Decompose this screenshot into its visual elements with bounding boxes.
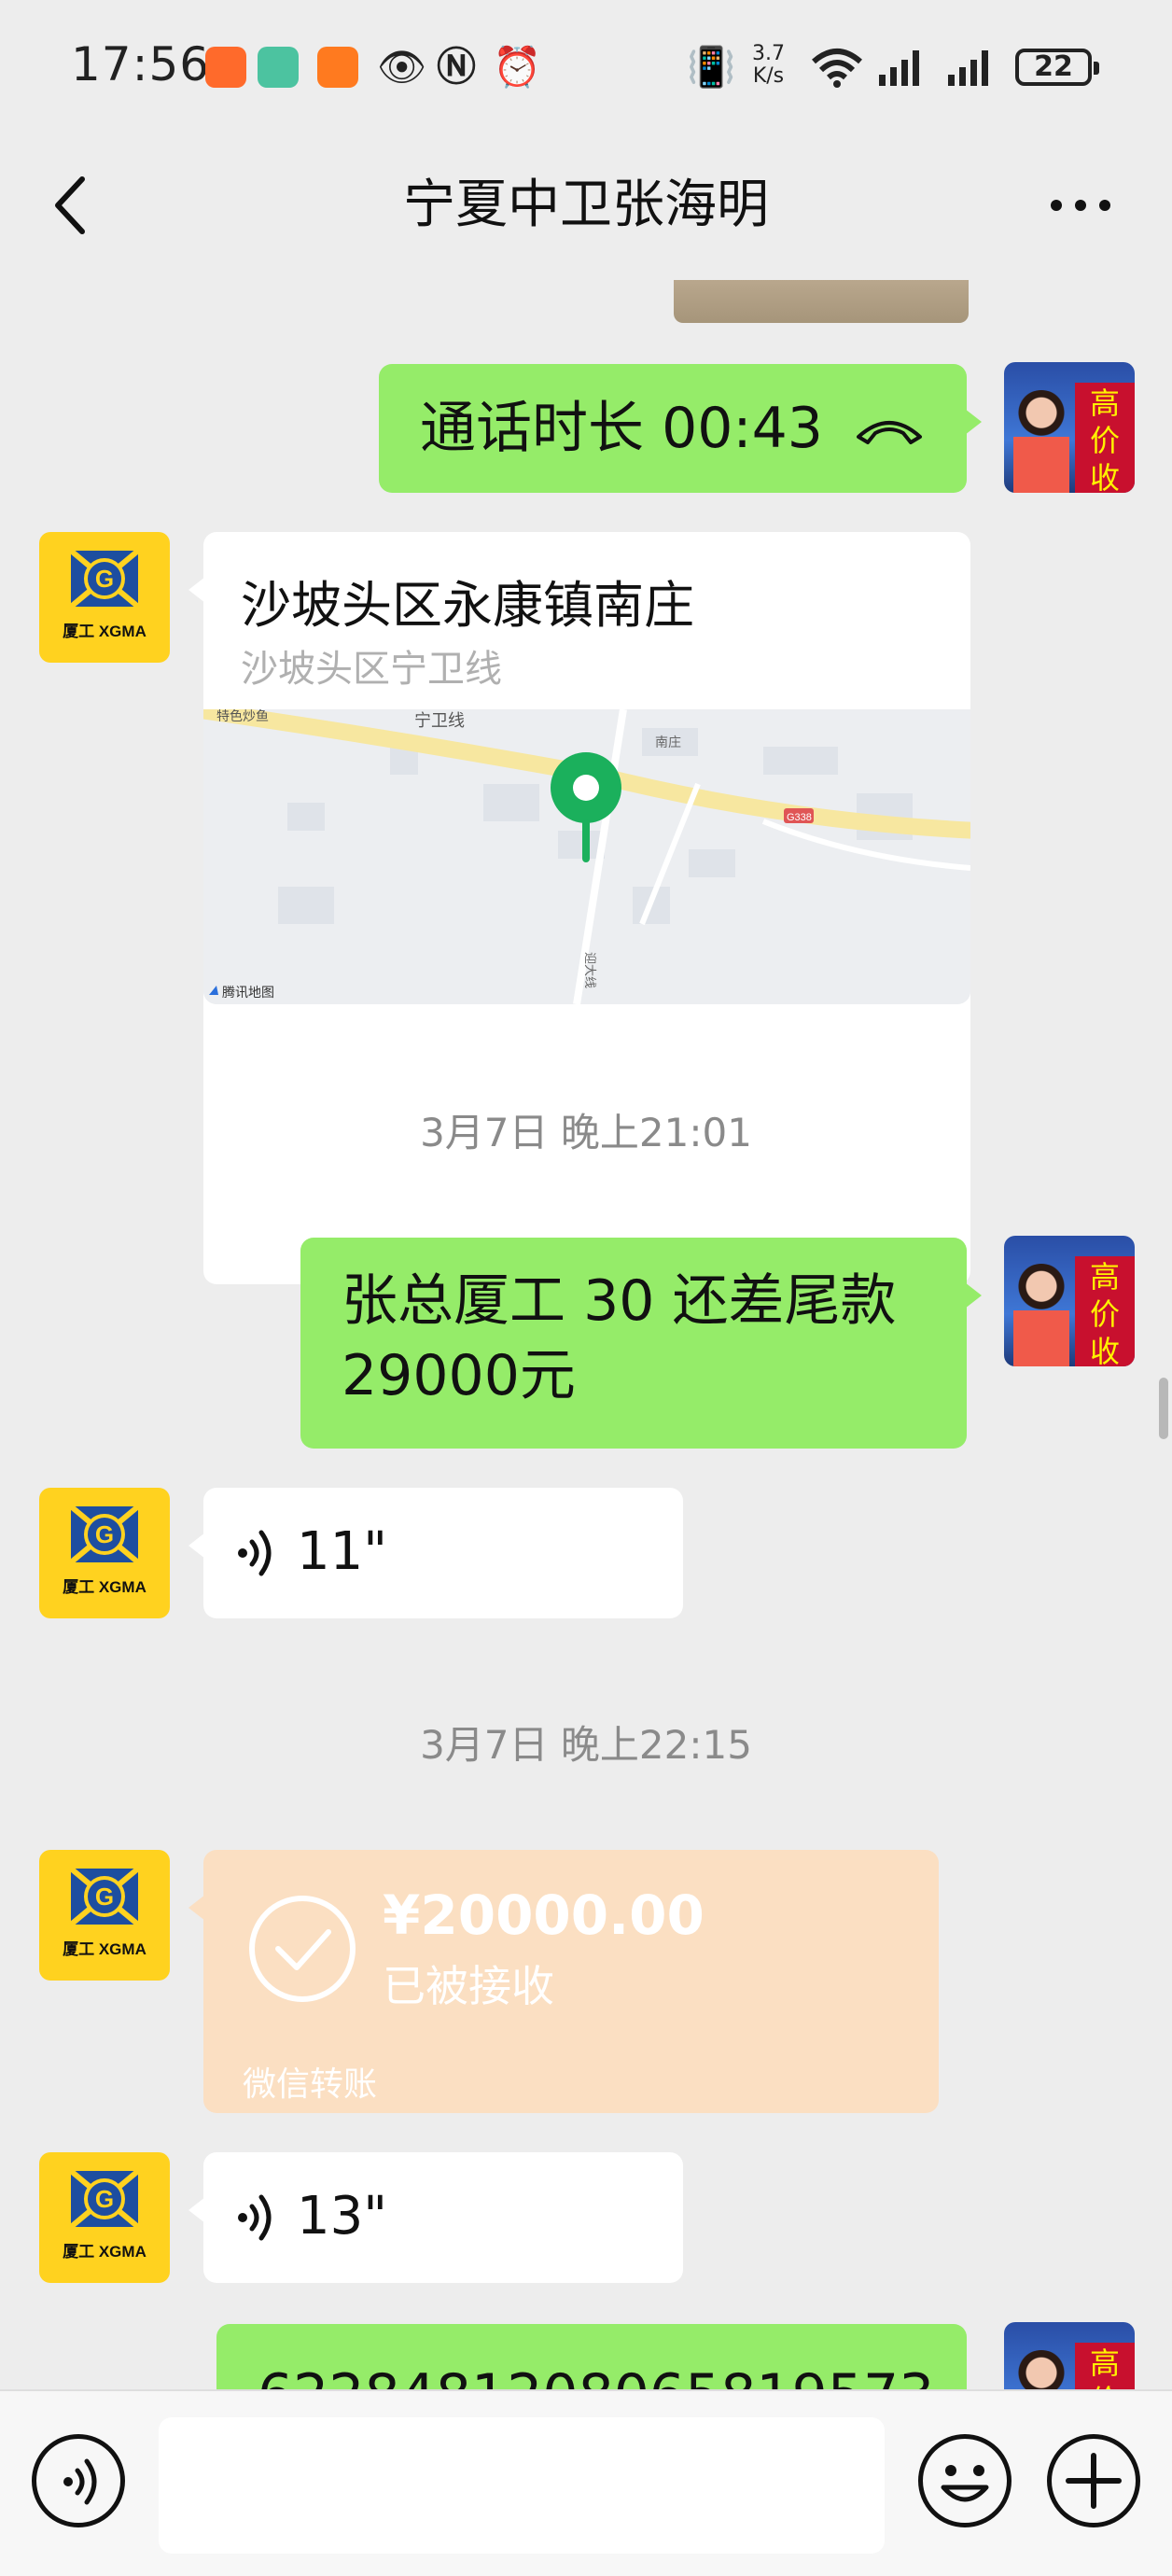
map-village-label: 南庄 (655, 735, 681, 749)
transfer-card-tail (188, 1895, 205, 1921)
text-message-line: 6228481208065819573 (258, 2358, 934, 2389)
avatar-person (1013, 390, 1069, 493)
svg-text:G: G (95, 1883, 114, 1911)
chat-title: 宁夏中卫张海明 (403, 175, 769, 235)
map-graphic: 宁卫线 特色炒鱼 南庄 G338 迎大线 腾讯地图 (203, 709, 970, 1004)
alarm-icon: ⏰ (493, 44, 542, 90)
xgma-logo-icon: G 厦工 XGMA (63, 2168, 146, 2261)
contact-avatar[interactable]: G 厦工 XGMA (39, 2152, 170, 2283)
timestamp: 3月7日 晚上22:15 (420, 1722, 752, 1768)
transfer-card[interactable]: ¥20000.00 已被接收 微信转账 (188, 1850, 939, 2113)
my-avatar[interactable]: 高价收车 (1004, 1236, 1135, 1366)
contact-avatar[interactable]: G 厦工 XGMA (39, 1850, 170, 1981)
map-side-road-label: 迎大线 (583, 952, 597, 988)
voice-message-bubble[interactable]: 11" (188, 1488, 683, 1618)
emoji-button[interactable] (918, 2434, 1012, 2527)
wifi-app-notification-icon (258, 47, 299, 88)
my-avatar[interactable]: 高价收车 (1004, 2322, 1135, 2389)
network-speed: 3.7 K/s (752, 42, 785, 88)
text-message-line: 29000元 (342, 1343, 576, 1408)
transfer-amount: ¥20000.00 (383, 1883, 705, 1947)
xgma-logo-icon: G 厦工 XGMA (63, 1504, 146, 1596)
nfc-icon: Ⓝ (437, 44, 477, 90)
map-shop-label: 特色炒鱼 (216, 709, 269, 723)
avatar-person (1013, 1264, 1069, 1366)
phone-hangup-icon (857, 421, 922, 444)
text-message-bubble-partial[interactable]: 6228481208065819573 (216, 2324, 967, 2389)
transfer-label: 微信转账 (243, 2065, 378, 2104)
xgma-logo-icon: G 厦工 XGMA (63, 1866, 146, 1958)
app-notification-icon (205, 47, 246, 88)
avatar-banner-text: 高价收车 (1075, 1256, 1135, 1366)
transfer-status: 已被接收 (383, 1961, 554, 2011)
contact-avatar[interactable]: G 厦工 XGMA (39, 532, 170, 663)
voice-duration: 11" (297, 1521, 388, 1582)
call-duration-text: 通话时长 00:43 (420, 396, 823, 461)
check-circle-icon (249, 1896, 356, 2002)
avatar-banner-text: 高价收车 (1075, 2343, 1135, 2389)
more-options-icon[interactable] (1045, 168, 1120, 243)
avatar-brand-text: 厦工 XGMA (63, 2243, 146, 2261)
eye-icon: 👁 (377, 44, 427, 90)
location-card[interactable]: 沙坡头区永康镇南庄 沙坡头区宁卫线 宁卫线 特色炒鱼 南庄 G338 迎大线 腾… (188, 532, 970, 1284)
chat-message-list[interactable]: 通话时长 00:43 高价收车 G 厦工 XGMA 沙坡头区永康镇南庄 沙坡头区… (0, 280, 1172, 2389)
voice-input-button[interactable] (32, 2434, 125, 2527)
avatar-brand-text: 厦工 XGMA (63, 1940, 146, 1958)
voice-duration: 13" (297, 2186, 388, 2247)
scrollbar-thumb[interactable] (1159, 1378, 1168, 1439)
message-input[interactable] (159, 2417, 885, 2554)
map-brand-label: 腾讯地图 (222, 985, 274, 1000)
status-bar: 17:56 👁 Ⓝ ⏰ 📳 3.7 K/s 22 (0, 0, 1172, 131)
text-message-bubble[interactable]: 张总厦工 30 还差尾款 29000元 (300, 1238, 982, 1449)
avatar-brand-text: 厦工 XGMA (63, 1578, 146, 1596)
image-message-partial[interactable] (674, 280, 969, 323)
voice-wave-icon (238, 1530, 272, 1576)
signal-icon-1 (879, 50, 919, 86)
vibrate-icon: 📳 (687, 44, 736, 90)
avatar-banner-text: 高价收车 (1075, 383, 1135, 493)
signal-icon-2 (948, 50, 988, 86)
location-map[interactable]: 宁卫线 特色炒鱼 南庄 G338 迎大线 腾讯地图 (203, 709, 970, 1004)
svg-text:G: G (95, 1520, 114, 1548)
location-title: 沙坡头区永康镇南庄 (241, 576, 694, 635)
voice-wave-icon (238, 2194, 272, 2241)
my-avatar[interactable]: 高价收车 (1004, 362, 1135, 493)
xgma-logo-icon: G 厦工 XGMA (63, 548, 146, 640)
emoji-icon (941, 2465, 989, 2502)
voice-message-bubble[interactable]: 13" (188, 2152, 683, 2283)
more-actions-button[interactable] (1047, 2434, 1140, 2527)
contact-avatar[interactable]: G 厦工 XGMA (39, 1488, 170, 1618)
home-app-notification-icon (317, 47, 358, 88)
text-message-line: 张总厦工 30 还差尾款 (342, 1268, 897, 1334)
svg-text:G: G (95, 2185, 114, 2213)
location-subtitle: 沙坡头区宁卫线 (241, 648, 502, 691)
chat-header: 宁夏中卫张海明 (0, 131, 1172, 280)
status-time: 17:56 (71, 37, 211, 91)
input-bar (0, 2389, 1172, 2576)
battery-indicator: 22 (1015, 49, 1099, 86)
timestamp: 3月7日 晚上21:01 (420, 1110, 752, 1155)
avatar-brand-text: 厦工 XGMA (63, 623, 146, 640)
voice-input-icon (63, 2458, 97, 2505)
map-road-label: 宁卫线 (414, 711, 465, 730)
wifi-icon (812, 49, 862, 88)
call-duration-bubble[interactable]: 通话时长 00:43 (379, 364, 982, 493)
svg-text:G: G (95, 565, 114, 593)
map-route-label: G338 (787, 812, 812, 823)
plus-icon (1066, 2453, 1122, 2509)
